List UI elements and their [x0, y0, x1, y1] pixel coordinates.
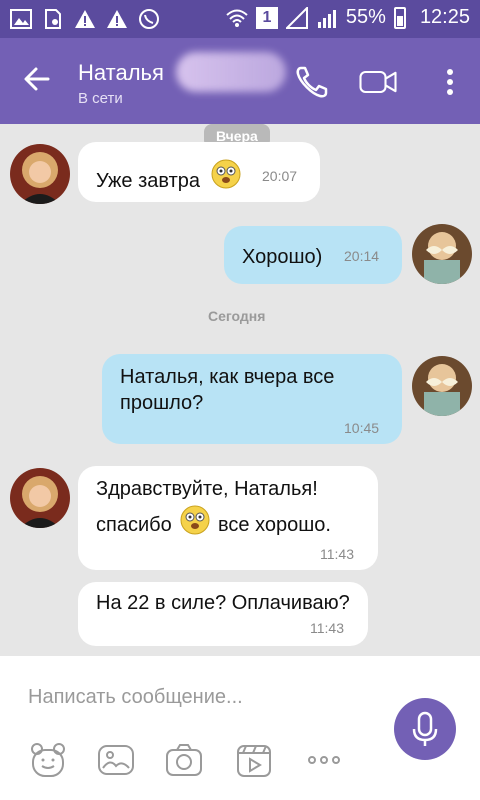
sim-slot-badge: 1 — [255, 6, 278, 29]
battery-percent: 55% — [345, 6, 386, 28]
date-separator-today: Сегодня — [208, 308, 266, 324]
message-text-line2: прошло? — [120, 392, 204, 414]
message-bubble-incoming[interactable]: Здравствуйте, Наталья! спасибо все хорош… — [78, 466, 378, 570]
signal-bars-icon — [317, 9, 336, 28]
clock: 12:25 — [419, 6, 470, 28]
online-status: В сети — [78, 90, 123, 107]
video-clip-icon[interactable] — [234, 740, 274, 780]
message-text-line2a: спасибо — [96, 514, 172, 536]
notification-icons — [10, 8, 160, 30]
phone-icon[interactable] — [292, 62, 332, 102]
message-text: На 22 в силе? Оплачиваю? — [96, 592, 350, 614]
redacted-surname-blur — [176, 52, 286, 92]
message-time: 20:14 — [344, 248, 380, 264]
wifi-icon — [226, 9, 248, 27]
message-list[interactable]: Вчера Уже завтра 20:07 Хорошо) 20:14 Сег… — [0, 124, 480, 656]
message-bubble-incoming[interactable]: Уже завтра 20:07 — [78, 142, 320, 202]
message-text: Уже завтра — [96, 170, 200, 192]
status-bar: 1 55% 12:25 — [0, 0, 480, 38]
gallery-icon[interactable] — [96, 740, 136, 780]
sticker-icon[interactable] — [28, 740, 68, 780]
message-bubble-outgoing[interactable]: Наталья, как вчера все прошло? 10:45 — [102, 354, 402, 444]
video-camera-icon[interactable] — [358, 62, 398, 102]
message-text: Хорошо) — [242, 246, 323, 268]
viber-notification-icon — [139, 9, 159, 29]
signal-icon — [285, 6, 308, 29]
message-bubble-outgoing[interactable]: Хорошо) 20:14 — [224, 226, 402, 284]
message-time: 11:43 — [320, 546, 354, 562]
more-horizontal-icon[interactable] — [304, 740, 344, 780]
back-arrow-icon[interactable] — [22, 64, 52, 94]
microphone-button[interactable] — [394, 698, 456, 760]
message-text-line1: Здравствуйте, Наталья! — [96, 478, 318, 500]
message-text-line2b: все хорошо. — [218, 514, 331, 536]
contact-avatar[interactable] — [10, 468, 70, 528]
dizzy-emoji-icon — [180, 505, 210, 535]
message-time: 11:43 — [310, 620, 344, 636]
status-indicators: 1 55% 12:25 — [226, 6, 470, 29]
battery-icon — [393, 6, 406, 29]
message-text-line1: Наталья, как вчера все — [120, 366, 335, 388]
message-bubble-incoming[interactable]: На 22 в силе? Оплачиваю? 11:43 — [78, 582, 368, 646]
camera-icon[interactable] — [164, 740, 204, 780]
gallery-notification-icon — [10, 9, 32, 29]
message-time: 10:45 — [344, 420, 380, 436]
message-time: 20:07 — [262, 168, 298, 184]
contact-avatar[interactable] — [10, 144, 70, 204]
dizzy-emoji-icon — [211, 159, 241, 189]
message-input[interactable]: Написать сообщение... — [28, 686, 243, 709]
more-vertical-icon[interactable] — [430, 62, 470, 102]
chat-header: Наталья В сети — [0, 38, 480, 124]
sim-notification-icon — [45, 9, 61, 29]
microphone-icon — [412, 711, 438, 746]
user-avatar[interactable] — [412, 356, 472, 416]
warning-icon — [75, 10, 95, 28]
contact-name[interactable]: Наталья — [78, 60, 164, 86]
user-avatar[interactable] — [412, 224, 472, 284]
warning-icon — [107, 10, 127, 28]
